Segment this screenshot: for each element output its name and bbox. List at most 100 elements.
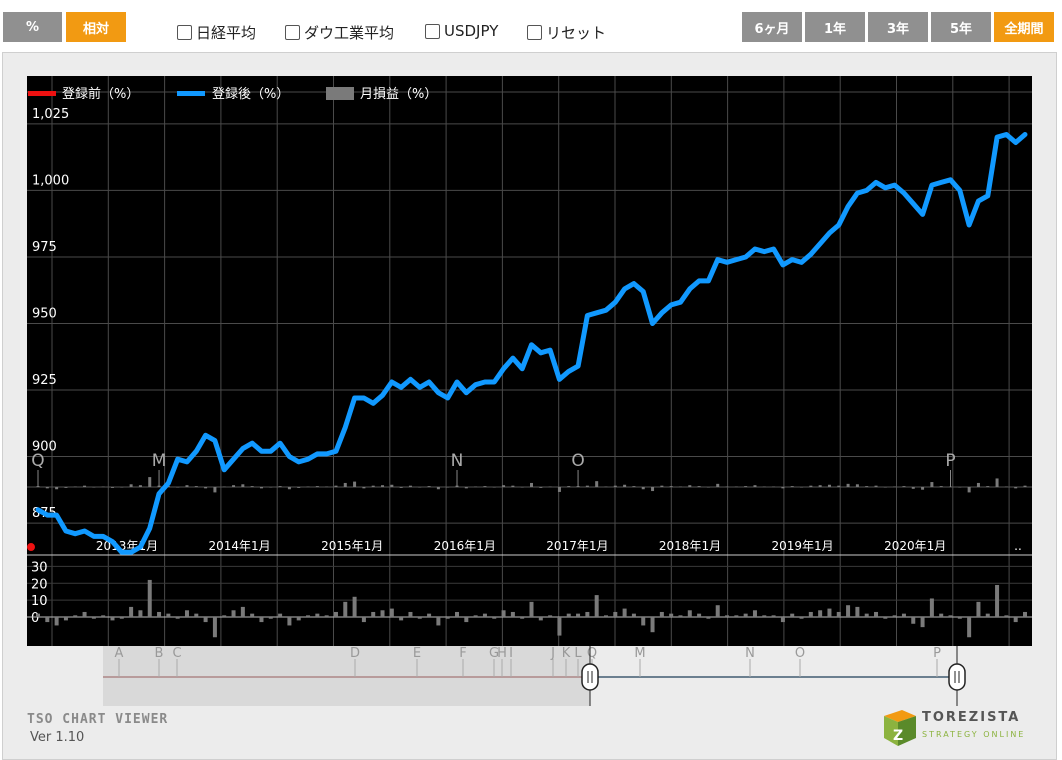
monthly-bar-small [408, 485, 412, 487]
monthly-pnl-bar [538, 617, 543, 621]
monthly-pnl-bar [929, 598, 934, 618]
monthly-bar-small [492, 487, 496, 488]
series-after-point [391, 381, 393, 383]
series-after-point [74, 533, 76, 535]
logo-icon: Z [884, 710, 916, 746]
monthly-pnl-bar [939, 613, 944, 618]
series-after-point [167, 482, 169, 484]
monthly-bar-small [725, 486, 729, 488]
monthly-bar-small [390, 484, 394, 487]
navigator-marker-label: D [350, 646, 360, 661]
monthly-bar-small [278, 486, 282, 487]
chart-background [27, 76, 1032, 646]
series-after-point [801, 261, 803, 263]
series-after-point [521, 368, 523, 370]
monthly-pnl-bar [147, 579, 152, 618]
monthly-bar-small [939, 486, 943, 487]
monthly-bar-small [1023, 485, 1027, 487]
navigator-marker-label: C [172, 646, 181, 661]
monthly-pnl-bar [296, 617, 301, 621]
monthly-bar-small [967, 487, 971, 493]
series-after-point [950, 179, 952, 181]
monthly-pnl-bar [501, 610, 506, 618]
series-after-point [279, 442, 281, 444]
series-after-point [344, 426, 346, 428]
monthly-bar-small [874, 485, 878, 487]
monthly-pnl-bar [82, 611, 87, 618]
monthly-pnl-bar [73, 615, 78, 618]
monthly-pnl-bar [995, 584, 1000, 618]
monthly-bar-small [744, 486, 748, 487]
navigator-left-handle[interactable] [581, 663, 599, 691]
navigator-marker-label: J [550, 646, 555, 661]
monthly-pnl-bar [864, 613, 869, 618]
y-tick-label: 925 [32, 373, 57, 388]
monthly-pnl-bar [45, 617, 50, 623]
series-after-point [316, 453, 318, 455]
monthly-bar-small [567, 486, 571, 487]
monthly-pnl-bar [836, 611, 841, 618]
series-after-point [987, 195, 989, 197]
navigator-marker-label: Q [587, 646, 597, 661]
series-after-point [679, 301, 681, 303]
logo-tagline: STRATEGY ONLINE [922, 730, 1026, 739]
series-after-point [493, 381, 495, 383]
series-after-point [531, 344, 532, 346]
monthly-pnl-bar [427, 613, 432, 618]
series-after-point [93, 535, 95, 537]
monthly-bar-small [678, 486, 682, 488]
monthly-pnl-bar [1004, 615, 1009, 618]
monthly-bar-small [353, 481, 357, 487]
monthly-pnl-bar [920, 617, 925, 628]
series-after-point [326, 453, 328, 455]
series-after-point [456, 381, 458, 383]
series-after-point [912, 203, 914, 205]
monthly-bar-small [855, 484, 859, 487]
monthly-pnl-bar [752, 610, 757, 618]
series-after-point [288, 456, 290, 458]
series-after-point [437, 392, 439, 394]
monthly-bar-small [902, 486, 906, 487]
series-after-point [568, 370, 570, 372]
chart-legend: 登録前（%） 登録後（%） 月損益（%） [28, 86, 437, 102]
monthly-bar-small [176, 487, 180, 488]
app-version: Ver 1.10 [30, 730, 85, 745]
monthly-pnl-bar [129, 606, 134, 618]
monthly-bar-small [809, 485, 813, 487]
series-after-point [503, 368, 505, 370]
monthly-bar-small [83, 485, 87, 487]
series-after-point [782, 264, 784, 266]
navigator-right-handle[interactable] [948, 663, 966, 691]
series-after-point [558, 378, 560, 380]
navigator[interactable]: A B C D E F GH I J K L Q M N O P [103, 646, 966, 706]
legend-after-swatch [177, 91, 205, 96]
monthly-pnl-bar [101, 615, 106, 618]
monthly-bar-small [241, 484, 245, 487]
series-after-point [382, 394, 384, 396]
app-title: TSO CHART VIEWER [27, 712, 169, 727]
navigator-marker-label: L [574, 646, 582, 661]
navigator-marker-label: B [155, 646, 164, 661]
monthly-pnl-bar [585, 611, 590, 618]
monthly-pnl-bar [892, 615, 897, 618]
monthly-pnl-bar [157, 611, 162, 618]
series-after-point [65, 530, 67, 532]
navigator-marker-label: H [497, 646, 507, 661]
x-tick-ellipsis: .. [1014, 539, 1022, 553]
navigator-marker-label: E [413, 646, 421, 661]
monthly-pnl-bar [715, 605, 720, 618]
series-after-point [689, 288, 691, 290]
monthly-pnl-bar [222, 615, 227, 618]
series-after-point [773, 248, 775, 250]
series-after-point [307, 458, 309, 460]
monthly-pnl-bar [799, 617, 804, 619]
monthly-pnl-bar [306, 615, 311, 618]
monthly-pnl-bar [967, 617, 972, 638]
sub-y-tick-label: 30 [31, 560, 48, 575]
series-after-point [512, 357, 514, 359]
monthly-bar-small [185, 485, 189, 487]
monthly-pnl-bar [138, 610, 143, 618]
monthly-bar-small [325, 486, 329, 488]
legend-before-label: 登録前（%） [62, 86, 139, 102]
series-after-point [121, 551, 123, 553]
